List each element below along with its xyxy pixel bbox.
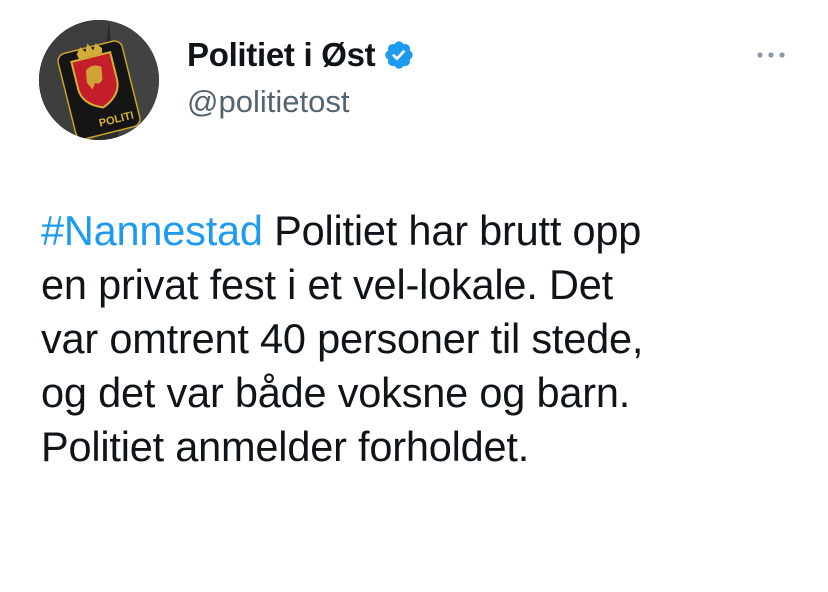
author-name-row: Politiet i Øst: [187, 35, 415, 75]
verified-badge-icon: [383, 39, 415, 71]
avatar[interactable]: POLITI: [39, 20, 159, 140]
tweet-line: var omtrent 40 personer til stede,: [41, 315, 644, 362]
tweet-text: #Nannestad Politiet har brutt opp en pri…: [41, 204, 801, 474]
police-badge-icon: POLITI: [39, 20, 159, 140]
tweet-line: Politiet anmelder forholdet.: [41, 423, 530, 470]
tweet-line: en privat fest i et vel-lokale. Det: [41, 261, 613, 308]
tweet-line: og det var både voksne og barn.: [41, 369, 631, 416]
tweet-line-text: Politiet har brutt opp: [262, 207, 642, 254]
hashtag-link[interactable]: #Nannestad: [41, 207, 263, 254]
author-handle[interactable]: @politietost: [187, 83, 349, 121]
author-display-name[interactable]: Politiet i Øst: [187, 35, 376, 75]
more-horizontal-icon[interactable]: [756, 48, 786, 62]
tweet-line: #Nannestad Politiet har brutt opp: [41, 204, 801, 258]
tweet-card: POLITI Politiet i Øst @politietost #Nann…: [0, 0, 828, 592]
